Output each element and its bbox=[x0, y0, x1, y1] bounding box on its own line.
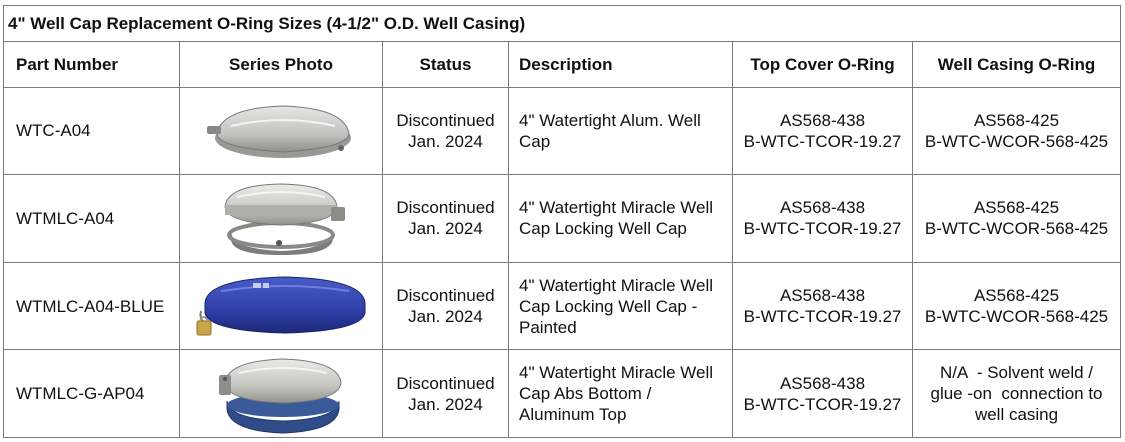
description-cell: 4" Watertight Miracle Well Cap Abs Botto… bbox=[508, 349, 733, 438]
o-ring-part: B-WTC-WCOR-568-425 bbox=[924, 131, 1109, 151]
header-series-photo: Series Photo bbox=[179, 40, 383, 88]
description-line: Cap Abs Bottom / bbox=[519, 384, 652, 404]
part-number-cell: WTMLC-G-AP04 bbox=[3, 349, 180, 438]
o-ring-part: B-WTC-TCOR-19.27 bbox=[743, 394, 902, 414]
table-row: WTMLC-A04 Discontinued Jan. 2024 4" Wate… bbox=[3, 174, 1122, 263]
description-line: Aluminum Top bbox=[519, 405, 627, 425]
series-photo-cell bbox=[179, 349, 383, 438]
top-cover-o-ring-cell: AS568-438 B-WTC-TCOR-19.27 bbox=[732, 86, 913, 176]
header-top-cover-o-ring: Top Cover O-Ring bbox=[732, 40, 913, 88]
description-line: 4" Watertight Alum. Well bbox=[519, 110, 701, 130]
top-cover-o-ring-cell: AS568-438 B-WTC-TCOR-19.27 bbox=[732, 174, 913, 263]
o-ring-size: AS568-425 bbox=[973, 110, 1060, 130]
part-number-cell: WTC-A04 bbox=[3, 86, 180, 176]
top-cover-o-ring-cell: AS568-438 B-WTC-TCOR-19.27 bbox=[732, 349, 913, 438]
header-well-casing-o-ring: Well Casing O-Ring bbox=[911, 40, 1122, 88]
o-ring-part: B-WTC-TCOR-19.27 bbox=[743, 307, 902, 327]
part-number-cell: WTMLC-A04 bbox=[3, 174, 180, 263]
well-casing-o-ring-cell: AS568-425 B-WTC-WCOR-568-425 bbox=[911, 261, 1122, 351]
status-text: Discontinued bbox=[396, 373, 495, 393]
series-photo-cell bbox=[179, 261, 383, 351]
well-casing-o-ring-cell: AS568-425 B-WTC-WCOR-568-425 bbox=[911, 86, 1122, 176]
status-cell: Discontinued Jan. 2024 bbox=[382, 349, 509, 438]
part-number-cell: WTMLC-A04-BLUE bbox=[3, 261, 180, 351]
o-ring-size: AS568-438 bbox=[779, 373, 866, 393]
o-ring-size: AS568-438 bbox=[779, 110, 866, 130]
o-ring-part: B-WTC-WCOR-568-425 bbox=[924, 307, 1109, 327]
status-text: Discontinued bbox=[396, 110, 495, 130]
description-line: Cap Locking Well Cap - bbox=[519, 296, 698, 316]
description-line: 4" Watertight Miracle Well bbox=[519, 363, 714, 383]
description-cell: 4" Watertight Miracle Well Cap Locking W… bbox=[508, 261, 733, 351]
description-line: Cap Locking Well Cap bbox=[519, 219, 687, 239]
description-line: 4" Watertight Miracle Well bbox=[519, 275, 714, 295]
well-casing-note-line: glue -on connection to bbox=[930, 384, 1103, 404]
status-text: Discontinued bbox=[396, 286, 495, 306]
blue-painted-well-cap-photo bbox=[196, 276, 366, 336]
aluminum-well-cap-photo bbox=[207, 105, 351, 158]
description-cell: 4" Watertight Alum. Well Cap bbox=[508, 86, 733, 176]
abs-bottom-well-cap-photo bbox=[219, 358, 342, 434]
o-ring-part: B-WTC-TCOR-19.27 bbox=[743, 219, 902, 239]
description-line: Cap bbox=[519, 131, 551, 151]
well-casing-note-line: N/A - Solvent weld / bbox=[939, 363, 1094, 383]
status-cell: Discontinued Jan. 2024 bbox=[382, 261, 509, 351]
locking-well-cap-photo bbox=[224, 183, 345, 256]
table-row: WTC-A04 Discontinued Jan. 2024 4" Watert… bbox=[3, 86, 1122, 176]
header-row: Part Number Series Photo Status Descript… bbox=[3, 40, 1122, 88]
header-description: Description bbox=[508, 40, 733, 88]
description-line: 4" Watertight Miracle Well bbox=[519, 198, 714, 218]
series-photo-cell bbox=[179, 174, 383, 263]
o-ring-size: AS568-425 bbox=[973, 286, 1060, 306]
status-cell: Discontinued Jan. 2024 bbox=[382, 174, 509, 263]
o-ring-part: B-WTC-TCOR-19.27 bbox=[743, 131, 902, 151]
table-row: WTMLC-A04-BLUE Discontinued Jan. 2024 4"… bbox=[3, 261, 1122, 351]
o-ring-size-table: 4" Well Cap Replacement O-Ring Sizes (4-… bbox=[2, 5, 1122, 438]
status-cell: Discontinued Jan. 2024 bbox=[382, 86, 509, 176]
series-photo-cell bbox=[179, 86, 383, 176]
well-casing-note-line: well casing bbox=[974, 405, 1059, 425]
status-date: Jan. 2024 bbox=[408, 219, 483, 239]
status-date: Jan. 2024 bbox=[408, 394, 483, 414]
well-casing-o-ring-cell: AS568-425 B-WTC-WCOR-568-425 bbox=[911, 174, 1122, 263]
top-cover-o-ring-cell: AS568-438 B-WTC-TCOR-19.27 bbox=[732, 261, 913, 351]
description-line: Painted bbox=[519, 317, 577, 337]
description-cell: 4" Watertight Miracle Well Cap Locking W… bbox=[508, 174, 733, 263]
header-part-number: Part Number bbox=[3, 40, 180, 88]
o-ring-size: AS568-438 bbox=[779, 286, 866, 306]
o-ring-size: AS568-438 bbox=[779, 198, 866, 218]
status-text: Discontinued bbox=[396, 198, 495, 218]
status-date: Jan. 2024 bbox=[408, 131, 483, 151]
o-ring-size: AS568-425 bbox=[973, 198, 1060, 218]
o-ring-part: B-WTC-WCOR-568-425 bbox=[924, 219, 1109, 239]
table-title: 4" Well Cap Replacement O-Ring Sizes (4-… bbox=[2, 5, 1122, 42]
status-date: Jan. 2024 bbox=[408, 307, 483, 327]
table-row: WTMLC-G-AP04 Discontinued Jan. 2024 4" W… bbox=[3, 349, 1122, 438]
header-status: Status bbox=[382, 40, 509, 88]
well-casing-o-ring-cell: N/A - Solvent weld / glue -on connection… bbox=[911, 349, 1122, 438]
